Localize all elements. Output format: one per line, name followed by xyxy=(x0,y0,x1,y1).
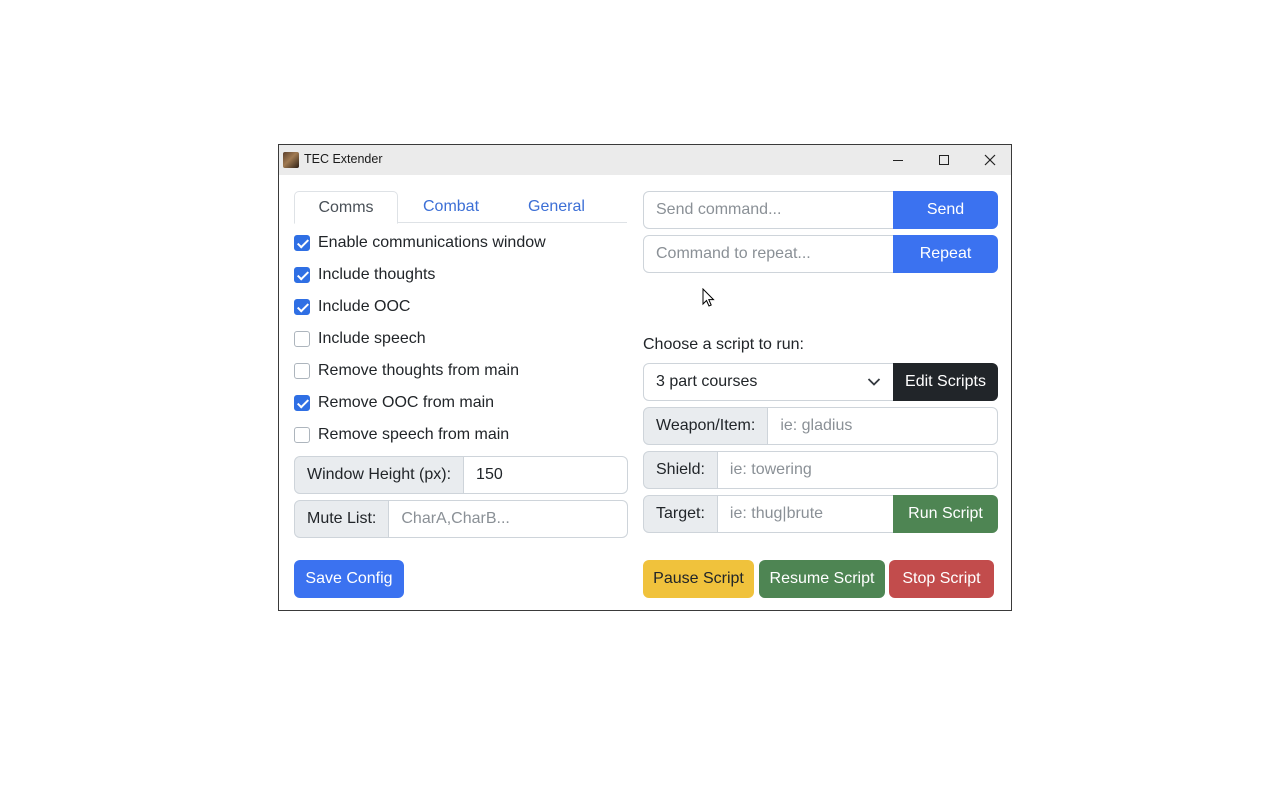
tab-combat[interactable]: Combat xyxy=(400,191,502,223)
close-button[interactable] xyxy=(967,145,1013,175)
maximize-icon xyxy=(939,155,949,165)
tab-general[interactable]: General xyxy=(504,191,609,223)
shield-label: Shield: xyxy=(643,451,718,489)
enable-comms-checkbox[interactable] xyxy=(294,235,310,251)
app-logo-icon xyxy=(283,152,299,168)
option-label: Include speech xyxy=(318,330,426,347)
repeat-command-input[interactable]: Command to repeat... xyxy=(643,235,894,273)
option-label: Enable communications window xyxy=(318,234,546,251)
shield-group: Shield: ie: towering xyxy=(643,451,998,489)
title-bar[interactable]: TEC Extender xyxy=(279,145,1011,175)
option-remove-thoughts[interactable]: Remove thoughts from main xyxy=(294,361,519,381)
option-include-ooc[interactable]: Include OOC xyxy=(294,297,410,317)
window-content: Comms Combat General Enable communicatio… xyxy=(279,175,1011,610)
option-label: Include OOC xyxy=(318,298,411,315)
resume-script-button[interactable]: Resume Script xyxy=(759,560,885,598)
option-include-speech[interactable]: Include speech xyxy=(294,329,426,349)
include-ooc-checkbox[interactable] xyxy=(294,299,310,315)
window-title: TEC Extender xyxy=(304,152,383,166)
close-icon xyxy=(984,154,996,166)
option-label: Remove thoughts from main xyxy=(318,362,519,379)
option-label: Remove OOC from main xyxy=(318,394,495,411)
pause-script-button[interactable]: Pause Script xyxy=(643,560,754,598)
remove-thoughts-checkbox[interactable] xyxy=(294,363,310,379)
stop-script-button[interactable]: Stop Script xyxy=(889,560,994,598)
mute-list-label: Mute List: xyxy=(294,500,390,538)
choose-script-label: Choose a script to run: xyxy=(643,336,804,353)
repeat-button[interactable]: Repeat xyxy=(893,235,998,273)
maximize-button[interactable] xyxy=(921,145,967,175)
window-height-input[interactable]: 150 xyxy=(464,456,628,494)
option-enable-comms-window[interactable]: Enable communications window xyxy=(294,233,546,253)
chevron-down-icon xyxy=(867,378,881,386)
minimize-button[interactable] xyxy=(875,145,921,175)
target-input[interactable]: ie: thug|brute xyxy=(717,495,894,533)
shield-input[interactable]: ie: towering xyxy=(717,451,998,489)
mute-list-input[interactable]: CharA,CharB... xyxy=(389,500,628,538)
script-select[interactable]: 3 part courses xyxy=(643,363,894,401)
run-script-button[interactable]: Run Script xyxy=(893,495,998,533)
tab-comms[interactable]: Comms xyxy=(294,191,398,224)
mouse-cursor-icon xyxy=(702,288,715,307)
send-button[interactable]: Send xyxy=(893,191,998,229)
remove-speech-checkbox[interactable] xyxy=(294,427,310,443)
option-remove-speech[interactable]: Remove speech from main xyxy=(294,425,509,445)
weapon-input[interactable]: ie: gladius xyxy=(768,407,998,445)
target-group: Target: ie: thug|brute xyxy=(643,495,894,533)
remove-ooc-checkbox[interactable] xyxy=(294,395,310,411)
weapon-label: Weapon/Item: xyxy=(643,407,769,445)
include-speech-checkbox[interactable] xyxy=(294,331,310,347)
script-select-value: 3 part courses xyxy=(656,373,758,390)
minimize-icon xyxy=(893,160,903,161)
option-label: Include thoughts xyxy=(318,266,436,283)
option-remove-ooc[interactable]: Remove OOC from main xyxy=(294,393,494,413)
window-height-label: Window Height (px): xyxy=(294,456,465,494)
weapon-group: Weapon/Item: ie: gladius xyxy=(643,407,998,445)
send-command-input[interactable]: Send command... xyxy=(643,191,894,229)
include-thoughts-checkbox[interactable] xyxy=(294,267,310,283)
option-label: Remove speech from main xyxy=(318,426,510,443)
mute-list-group: Mute List: CharA,CharB... xyxy=(294,500,628,538)
edit-scripts-button[interactable]: Edit Scripts xyxy=(893,363,998,401)
window-height-group: Window Height (px): 150 xyxy=(294,456,628,494)
option-include-thoughts[interactable]: Include thoughts xyxy=(294,265,435,285)
settings-tabs: Comms Combat General xyxy=(294,191,627,224)
target-label: Target: xyxy=(643,495,718,533)
app-window: TEC Extender Comms Combat General Enable… xyxy=(278,144,1012,611)
save-config-button[interactable]: Save Config xyxy=(294,560,404,598)
